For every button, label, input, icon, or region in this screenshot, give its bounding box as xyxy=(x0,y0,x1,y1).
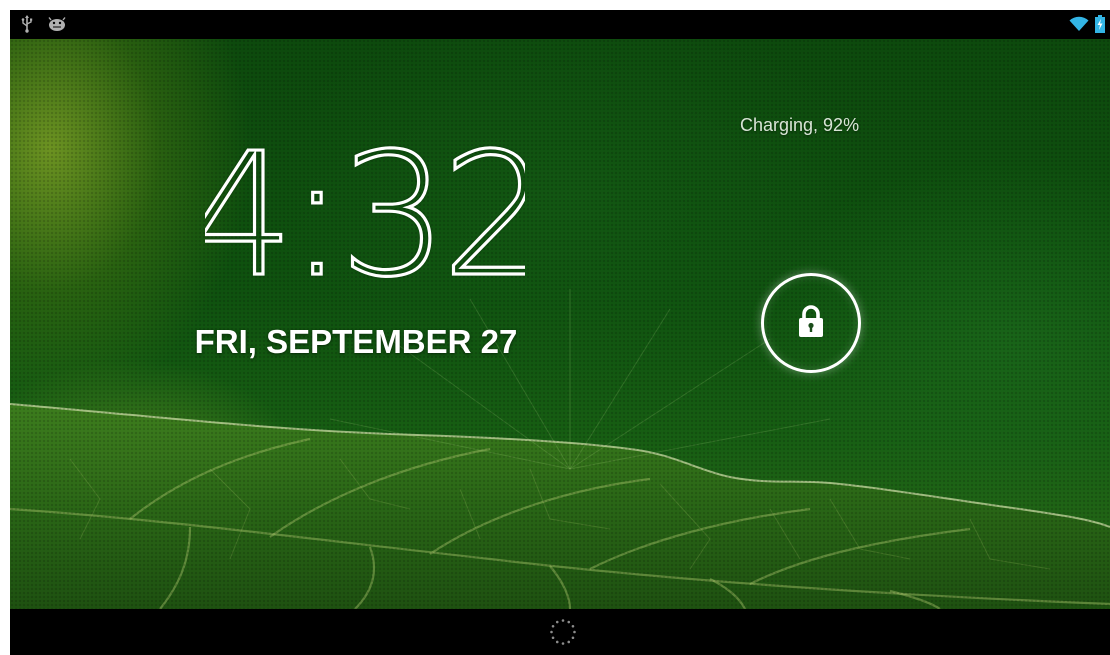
padlock-icon xyxy=(797,304,825,342)
battery-charging-icon xyxy=(1094,15,1106,33)
camera-dots-icon[interactable] xyxy=(549,618,577,646)
charging-status: Charging, 92% xyxy=(740,115,860,135)
usb-icon xyxy=(20,15,34,33)
dot-grid-overlay xyxy=(10,39,1110,609)
clock-time-text: 4:32 xyxy=(205,142,525,282)
unlock-handle[interactable] xyxy=(761,273,861,373)
clock-time: 4:32 xyxy=(185,115,552,316)
android-debug-icon xyxy=(46,15,68,33)
wifi-icon xyxy=(1068,15,1090,33)
status-bar xyxy=(10,10,1110,39)
lockscreen: 4:32 FRI, SEPTEMBER 27 Charging, 92% xyxy=(10,10,1110,655)
navigation-bar xyxy=(10,609,1110,655)
lockscreen-date: FRI, SEPTEMBER 27 xyxy=(194,323,518,360)
clock-digits: 4:32 xyxy=(185,115,552,316)
wallpaper xyxy=(10,39,1110,609)
